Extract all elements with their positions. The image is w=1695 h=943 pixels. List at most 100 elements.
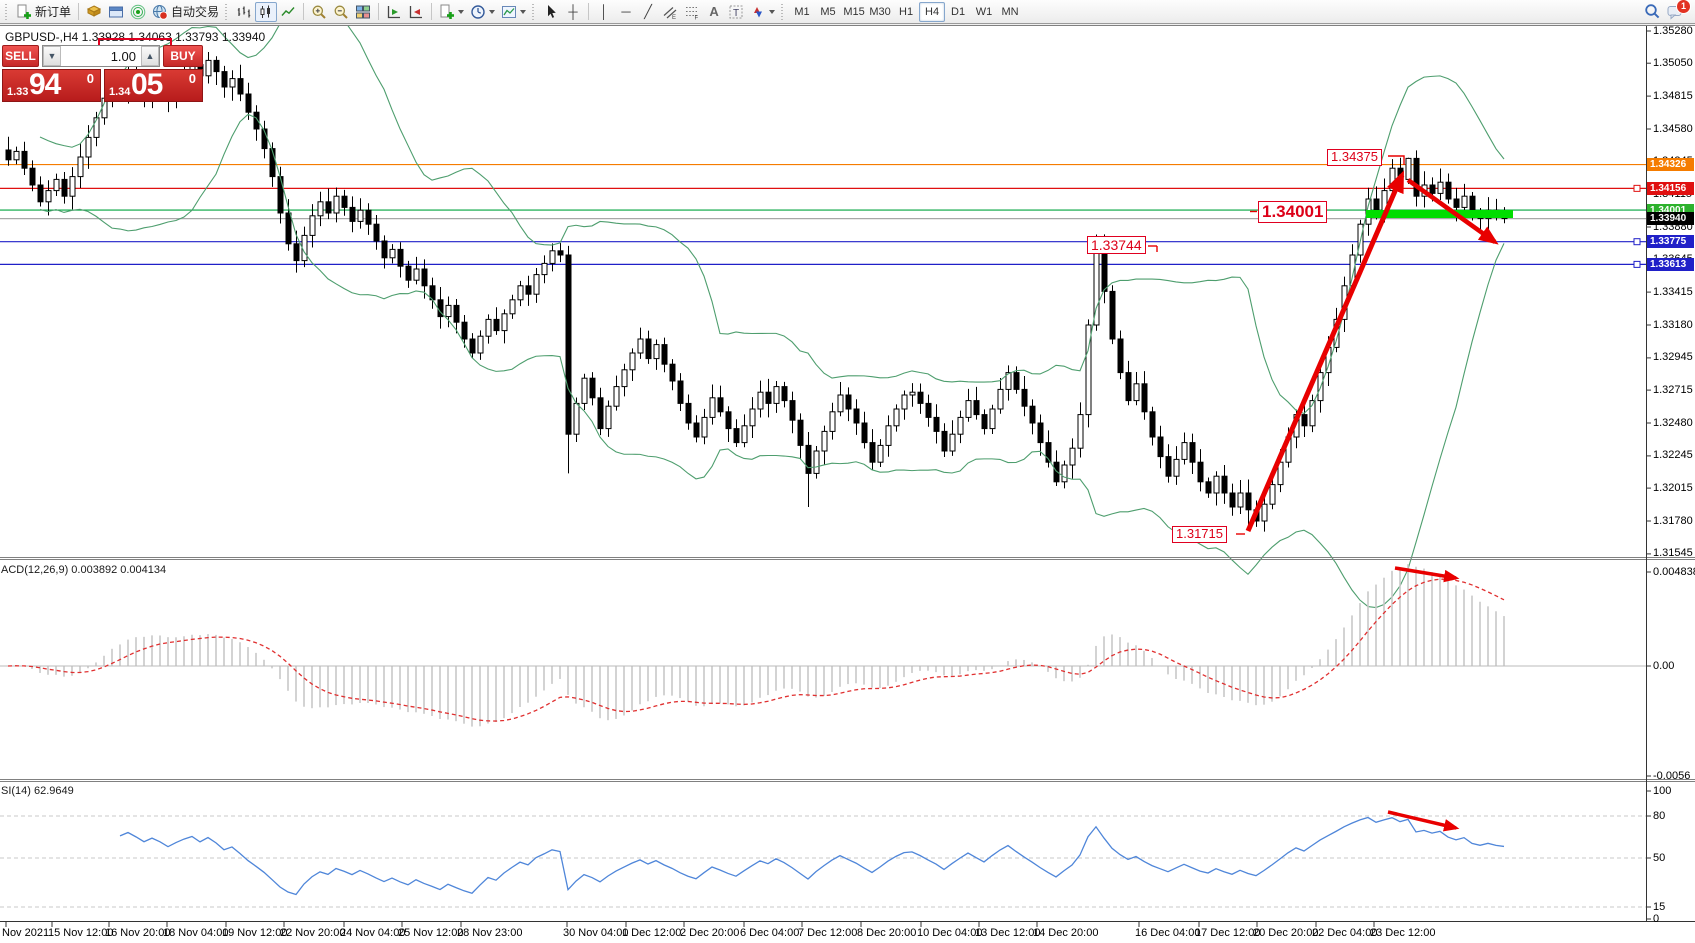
price-chart[interactable] <box>0 26 1695 943</box>
rsi-axis-label: 50 <box>1653 852 1665 864</box>
market-watch-button[interactable] <box>83 2 105 22</box>
crosshair-icon: ┼ <box>568 5 577 18</box>
new-order-button[interactable]: 新订单 <box>13 2 74 22</box>
sell-price-big: 94 <box>29 69 60 102</box>
equidistant-channel-button[interactable]: E <box>659 2 681 22</box>
line-handle <box>1634 239 1640 245</box>
time-axis-label: 8 Dec 20:00 <box>857 927 916 939</box>
timeframe-button-M1[interactable]: M1 <box>789 2 815 22</box>
one-click-trade-panel: SELL ▼ 1.00 ▲ BUY 1.33 94 0 1.34 05 0 <box>2 44 203 102</box>
arrows-tool-button[interactable] <box>747 2 778 22</box>
cursor-button[interactable] <box>540 2 562 22</box>
auto-scroll-button[interactable] <box>383 2 405 22</box>
new-template-button[interactable] <box>436 2 467 22</box>
price-annotation-label[interactable]: 1.33744 <box>1087 236 1146 254</box>
line-chart-button[interactable] <box>277 2 299 22</box>
zoom-out-button[interactable] <box>330 2 352 22</box>
price-tag: 1.33940 <box>1647 212 1694 225</box>
buy-price-point: 0 <box>189 71 196 86</box>
time-axis-label: 20 Dec 20:00 <box>1253 927 1318 939</box>
time-axis-label: 2 Dec 20:00 <box>680 927 739 939</box>
fibonacci-icon: F <box>684 4 700 20</box>
time-axis-label: 14 Dec 20:00 <box>1033 927 1098 939</box>
timeframe-button-H4[interactable]: H4 <box>919 2 945 22</box>
timeframe-button-MN[interactable]: MN <box>997 2 1023 22</box>
timeframe-button-M5[interactable]: M5 <box>815 2 841 22</box>
chevron-down-icon <box>769 10 775 14</box>
price-tick-label: 1.34815 <box>1653 90 1693 102</box>
tile-windows-icon <box>355 4 371 20</box>
search-button[interactable] <box>1641 2 1664 22</box>
toolbar-grip[interactable] <box>532 4 537 20</box>
line-handle <box>1634 185 1640 191</box>
new-order-label: 新订单 <box>35 3 71 20</box>
buy-price-display[interactable]: 1.34 05 0 <box>104 69 203 102</box>
label-connector <box>1388 156 1404 165</box>
price-annotation-label[interactable]: 1.34375 <box>1327 149 1382 166</box>
timeframe-button-M15[interactable]: M15 <box>841 2 867 22</box>
toolbar-grip[interactable] <box>781 4 786 20</box>
chevron-down-icon <box>520 10 526 14</box>
fibonacci-button[interactable]: F <box>681 2 703 22</box>
buy-button[interactable]: BUY <box>163 45 203 67</box>
notifications-button[interactable]: 1 <box>1664 2 1687 22</box>
rsi-axis-label: 100 <box>1653 785 1671 797</box>
sell-button[interactable]: SELL <box>2 45 39 67</box>
bar-chart-button[interactable] <box>233 2 255 22</box>
text-label-button[interactable]: T <box>725 2 747 22</box>
price-tick-label: 1.31545 <box>1653 547 1693 559</box>
window-icon <box>108 4 124 20</box>
timeframe-button-H1[interactable]: H1 <box>893 2 919 22</box>
data-window-button[interactable] <box>105 2 127 22</box>
toolbar-grip[interactable] <box>5 4 10 20</box>
zoom-in-button[interactable] <box>308 2 330 22</box>
time-axis-label: 7 Dec 12:00 <box>798 927 857 939</box>
candlesticks <box>6 52 1507 532</box>
time-axis-label: 17 Dec 12:00 <box>1195 927 1260 939</box>
candlestick-chart-button[interactable] <box>255 2 277 22</box>
volume-decrease-button[interactable]: ▼ <box>43 46 61 66</box>
chart-shift-button[interactable] <box>405 2 427 22</box>
price-annotation-label[interactable]: 1.34001 <box>1258 201 1327 223</box>
tile-windows-button[interactable] <box>352 2 374 22</box>
text-tool-button[interactable]: A <box>703 2 725 22</box>
time-axis-label: 28 Nov 23:00 <box>457 927 522 939</box>
time-axis-label: 22 Nov 20:00 <box>280 927 345 939</box>
line-handle <box>1634 261 1640 267</box>
timeframe-button-M30[interactable]: M30 <box>867 2 893 22</box>
cursor-icon <box>543 4 559 20</box>
vertical-line-button[interactable]: │ <box>593 2 615 22</box>
signals-button[interactable] <box>127 2 149 22</box>
rsi-indicator-label: SI(14) 62.9649 <box>1 785 74 797</box>
autotrading-button[interactable]: 自动交易 <box>149 2 222 22</box>
toolbar-grip[interactable] <box>225 4 230 20</box>
price-tick-label: 1.35050 <box>1653 57 1693 69</box>
time-axis-label: 23 Dec 12:00 <box>1370 927 1435 939</box>
chevron-down-icon <box>489 10 495 14</box>
price-tag: 1.34326 <box>1647 158 1694 171</box>
timeframe-button-D1[interactable]: D1 <box>945 2 971 22</box>
sell-price-display[interactable]: 1.33 94 0 <box>2 69 101 102</box>
trend-up-arrow[interactable] <box>1248 175 1402 531</box>
price-tag: 1.33775 <box>1647 235 1694 248</box>
volume-increase-button[interactable]: ▲ <box>141 46 159 66</box>
periods-button[interactable] <box>467 2 498 22</box>
price-tag: 1.34156 <box>1647 182 1694 195</box>
crosshair-button[interactable]: ┼ <box>562 2 584 22</box>
timeframe-button-W1[interactable]: W1 <box>971 2 997 22</box>
price-annotation-label[interactable]: 1.31715 <box>1172 526 1227 543</box>
indicators-button[interactable] <box>498 2 529 22</box>
rsi-axis-label: 0 <box>1653 913 1659 925</box>
rsi-arrow[interactable] <box>1388 812 1456 828</box>
time-axis-label: 10 Dec 04:00 <box>917 927 982 939</box>
horizontal-line-button[interactable]: ─ <box>615 2 637 22</box>
time-axis-label: 22 Dec 04:00 <box>1312 927 1377 939</box>
search-icon <box>1644 3 1661 20</box>
time-axis-label: 19 Nov 12:00 <box>222 927 287 939</box>
trendline-button[interactable]: ╱ <box>637 2 659 22</box>
price-tick-label: 1.32015 <box>1653 482 1693 494</box>
volume-input[interactable]: 1.00 <box>61 46 141 66</box>
time-axis-label: 16 Dec 04:00 <box>1135 927 1200 939</box>
trendline-icon: ╱ <box>644 5 652 18</box>
price-tick-label: 1.32945 <box>1653 351 1693 363</box>
